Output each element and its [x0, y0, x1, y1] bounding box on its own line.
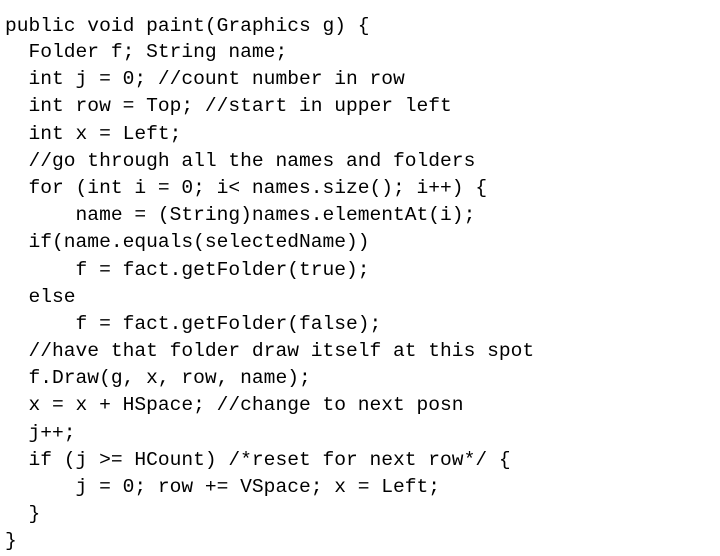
code-line: j++;: [5, 421, 76, 444]
code-line: }: [5, 530, 17, 553]
code-line: Folder f; String name;: [5, 41, 288, 63]
code-line: x = x + HSpace; //change to next posn: [5, 394, 464, 417]
code-line: //have that folder draw itself at this s…: [5, 340, 535, 363]
code-line: //go through all the names and folders: [5, 149, 476, 172]
code-line: }: [5, 503, 41, 526]
code-line: f = fact.getFolder(false);: [5, 312, 382, 335]
code-line: name = (String)names.elementAt(i);: [5, 204, 476, 227]
code-line: int x = Left;: [5, 122, 182, 145]
code-line: int row = Top; //start in upper left: [5, 95, 452, 118]
code-line: if (j >= HCount) /*reset for next row*/ …: [5, 448, 511, 471]
code-line: j = 0; row += VSpace; x = Left;: [5, 476, 441, 498]
code-line: int j = 0; //count number in row: [5, 68, 405, 91]
code-line: else: [5, 285, 76, 308]
code-line: if(name.equals(selectedName)): [5, 231, 370, 254]
code-line: f.Draw(g, x, row, name);: [5, 367, 311, 390]
code-listing: public void paint(Graphics g) { Folder f…: [0, 13, 720, 553]
code-line: f = fact.getFolder(true);: [5, 258, 370, 281]
code-line: public void paint(Graphics g) {: [5, 15, 370, 37]
code-line: for (int i = 0; i< names.size(); i++) {: [5, 176, 488, 199]
